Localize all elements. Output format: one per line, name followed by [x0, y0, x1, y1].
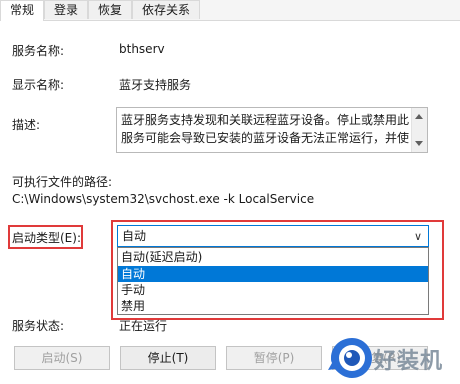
stop-button[interactable]: 停止(T) — [120, 346, 216, 370]
display-name-label: 显示名称: — [12, 78, 65, 92]
description-scrollbar[interactable] — [411, 108, 427, 152]
display-name-value: 蓝牙支持服务 — [119, 78, 192, 92]
tab-dependencies[interactable]: 依存关系 — [132, 0, 200, 19]
description-text: 蓝牙服务支持发现和关联远程蓝牙设备。停止或禁用此 服务可能会导致已安装的蓝牙设备… — [121, 113, 410, 145]
option-manual[interactable]: 手动 — [118, 282, 428, 298]
description-box[interactable]: 蓝牙服务支持发现和关联远程蓝牙设备。停止或禁用此 服务可能会导致已安装的蓝牙设备… — [116, 107, 428, 153]
service-status-label: 服务状态: — [12, 319, 65, 333]
chevron-down-icon[interactable]: ∨ — [414, 230, 422, 243]
pause-button[interactable]: 暂停(P) — [226, 346, 322, 370]
service-status-value: 正在运行 — [119, 319, 168, 333]
option-disabled[interactable]: 禁用 — [118, 298, 428, 314]
exe-path-label: 可执行文件的路径: — [12, 175, 113, 189]
service-name-value: bthserv — [119, 42, 165, 56]
startup-type-selected: 自动 — [122, 229, 147, 243]
start-button[interactable]: 启动(S) — [14, 346, 110, 370]
tab-recovery[interactable]: 恢复 — [88, 0, 132, 19]
option-auto-delayed[interactable]: 自动(延迟启动) — [118, 249, 428, 265]
startup-type-select[interactable]: 自动 ∨ — [117, 225, 429, 247]
description-label: 描述: — [12, 118, 41, 132]
tab-general[interactable]: 常规 — [0, 0, 44, 21]
startup-type-label: 启动类型(E): — [12, 231, 81, 245]
exe-path-value: C:\Windows\system32\svchost.exe -k Local… — [12, 192, 315, 206]
scroll-up-icon[interactable] — [415, 114, 423, 119]
tab-bar: 常规 登录 恢复 依存关系 — [0, 0, 460, 21]
service-name-label: 服务名称: — [12, 44, 65, 58]
watermark-text: 好装机 — [374, 349, 444, 374]
option-auto[interactable]: 自动 — [118, 266, 428, 282]
startup-type-dropdown: 自动(延迟启动) 自动 手动 禁用 — [117, 247, 429, 315]
tab-logon[interactable]: 登录 — [44, 0, 88, 19]
scroll-down-icon[interactable] — [415, 141, 423, 146]
watermark-logo-icon — [328, 338, 372, 378]
